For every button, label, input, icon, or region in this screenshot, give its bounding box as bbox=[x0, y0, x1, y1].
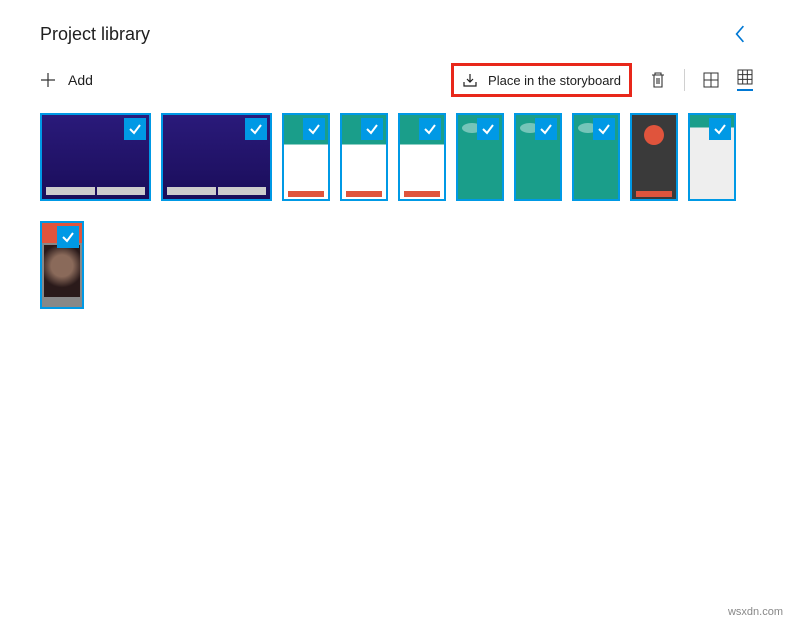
selected-checkmark bbox=[124, 118, 146, 140]
grid-large-button[interactable] bbox=[703, 72, 719, 88]
thumbnail-item[interactable] bbox=[572, 113, 620, 201]
place-label: Place in the storyboard bbox=[488, 73, 621, 88]
selected-checkmark bbox=[477, 118, 499, 140]
selected-checkmark bbox=[419, 118, 441, 140]
grid-small-button[interactable] bbox=[737, 69, 753, 91]
selected-checkmark bbox=[303, 118, 325, 140]
watermark: wsxdn.com bbox=[728, 606, 783, 618]
thumbnail-item[interactable] bbox=[40, 113, 151, 201]
delete-button[interactable] bbox=[650, 71, 666, 89]
plus-icon bbox=[40, 72, 56, 88]
thumbnail-item[interactable] bbox=[161, 113, 272, 201]
thumbnail-item[interactable] bbox=[456, 113, 504, 201]
selected-checkmark bbox=[593, 118, 615, 140]
trash-icon bbox=[650, 71, 666, 89]
selected-checkmark bbox=[57, 226, 79, 248]
thumbnail-item[interactable] bbox=[40, 221, 84, 309]
add-button[interactable]: Add bbox=[40, 72, 93, 88]
selected-checkmark bbox=[361, 118, 383, 140]
place-in-storyboard-button[interactable]: Place in the storyboard bbox=[451, 63, 632, 97]
add-label: Add bbox=[68, 72, 93, 88]
import-icon bbox=[462, 72, 478, 88]
thumbnail-item[interactable] bbox=[398, 113, 446, 201]
chevron-left-icon bbox=[733, 25, 747, 43]
grid-3x3-icon bbox=[737, 69, 753, 85]
page-title: Project library bbox=[40, 24, 150, 45]
selected-checkmark bbox=[535, 118, 557, 140]
divider bbox=[684, 69, 685, 91]
thumbnails-grid bbox=[40, 113, 753, 309]
thumbnail-item[interactable] bbox=[340, 113, 388, 201]
back-button[interactable] bbox=[733, 25, 753, 45]
thumbnail-item[interactable] bbox=[514, 113, 562, 201]
selected-checkmark bbox=[245, 118, 267, 140]
grid-2x2-icon bbox=[703, 72, 719, 88]
thumbnail-item[interactable] bbox=[688, 113, 736, 201]
thumbnail-item[interactable] bbox=[282, 113, 330, 201]
selected-checkmark bbox=[709, 118, 731, 140]
thumbnail-item[interactable] bbox=[630, 113, 678, 201]
